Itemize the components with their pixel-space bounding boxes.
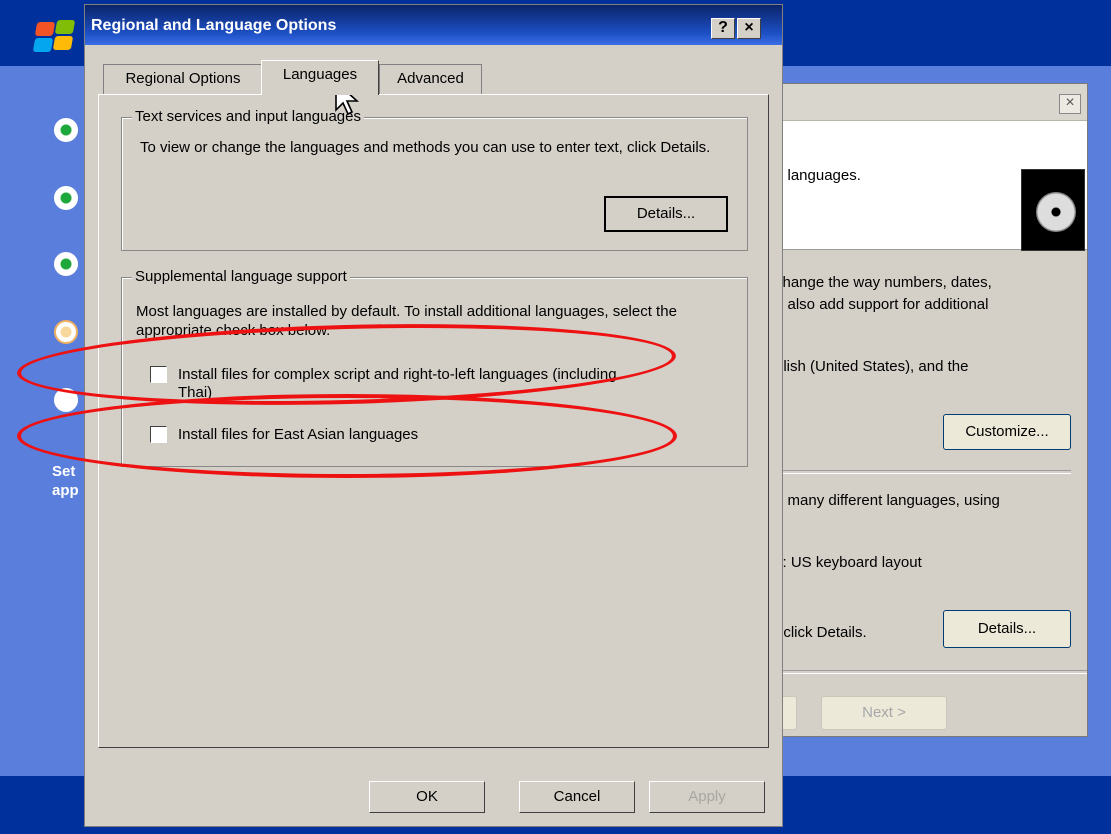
text-services-legend: Text services and input languages xyxy=(132,108,364,125)
setup-side-text: Set app xyxy=(52,462,79,500)
apply-button[interactable]: Apply xyxy=(649,781,765,813)
keyboard-layout-text: s: US keyboard layout xyxy=(775,554,922,571)
wizard-text: glish (United States), and the xyxy=(775,358,969,375)
setup-step-complete-icon xyxy=(54,186,78,210)
cd-box-icon xyxy=(1021,169,1085,251)
supplemental-description: Most languages are installed by default.… xyxy=(136,303,677,339)
wizard-text: n also add support for additional xyxy=(775,296,989,313)
dialog-title-bar: Regional and Language Options ? × xyxy=(85,5,782,45)
complex-script-label-line1[interactable]: Install files for complex script and rig… xyxy=(178,366,617,383)
languages-tab-panel: Text services and input languages To vie… xyxy=(98,94,769,748)
wizard-text: n many different languages, using xyxy=(775,492,1000,509)
text-services-description: To view or change the languages and meth… xyxy=(140,139,711,156)
background-wizard-window: × d languages. change the way numbers, d… xyxy=(758,83,1088,737)
wizard-text: . click Details. xyxy=(775,624,867,641)
cancel-button[interactable]: Cancel xyxy=(519,781,635,813)
customize-button[interactable]: Customize... xyxy=(943,414,1071,450)
wizard-header: d languages. xyxy=(759,121,1087,251)
supplemental-language-group: Supplemental language support Most langu… xyxy=(121,268,748,467)
windows-logo-icon xyxy=(32,20,78,56)
details-button[interactable]: Details... xyxy=(604,196,728,232)
east-asian-label[interactable]: Install files for East Asian languages xyxy=(178,426,418,443)
ok-button[interactable]: OK xyxy=(369,781,485,813)
setup-side-text-line: Set xyxy=(52,463,76,480)
setup-step-current-icon xyxy=(54,320,78,344)
wizard-header-text: d languages. xyxy=(775,167,861,184)
wizard-divider xyxy=(775,470,1071,474)
wizard-text: change the way numbers, dates, xyxy=(775,274,992,291)
tab-advanced[interactable]: Advanced xyxy=(379,64,482,94)
complex-script-label-line2[interactable]: Thai) xyxy=(178,384,212,401)
wizard-details-button[interactable]: Details... xyxy=(943,610,1071,648)
wizard-divider xyxy=(759,670,1087,674)
close-icon[interactable]: × xyxy=(737,18,761,39)
wizard-title-bar xyxy=(759,84,1087,121)
text-services-group: Text services and input languages To vie… xyxy=(121,108,748,251)
regional-language-options-dialog: Regional and Language Options ? × Region… xyxy=(84,4,783,827)
setup-step-complete-icon xyxy=(54,252,78,276)
tab-languages[interactable]: Languages xyxy=(261,60,379,95)
next-button[interactable]: Next > xyxy=(821,696,947,730)
dialog-title: Regional and Language Options xyxy=(91,17,337,34)
setup-step-pending-icon xyxy=(54,388,78,412)
close-icon[interactable]: × xyxy=(1059,94,1081,114)
east-asian-checkbox[interactable] xyxy=(150,426,167,443)
supplemental-legend: Supplemental language support xyxy=(132,268,350,285)
setup-step-complete-icon xyxy=(54,118,78,142)
help-icon[interactable]: ? xyxy=(711,18,735,39)
tab-regional-options[interactable]: Regional Options xyxy=(103,64,263,94)
setup-side-text-line: app xyxy=(52,482,79,499)
complex-script-checkbox[interactable] xyxy=(150,366,167,383)
